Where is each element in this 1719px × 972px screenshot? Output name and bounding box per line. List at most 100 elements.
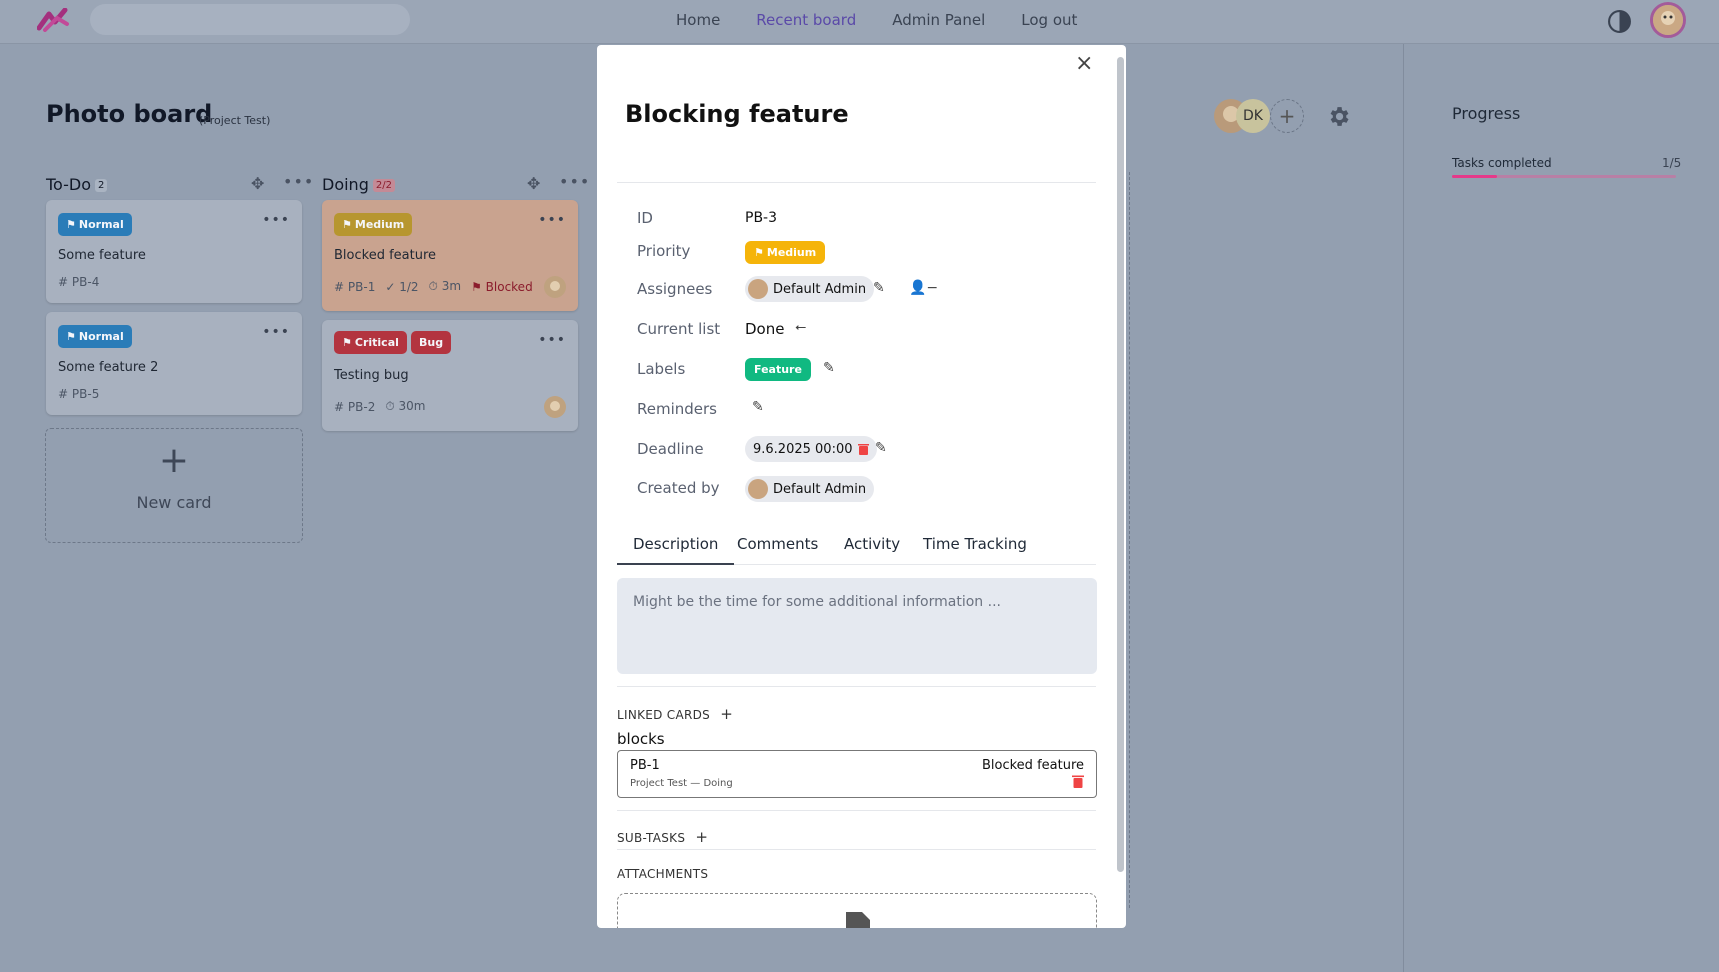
flag-icon: ⚑ xyxy=(66,330,76,343)
tasks-completed-label: Tasks completed xyxy=(1452,156,1552,170)
labels-label: Labels xyxy=(637,360,686,378)
check-icon: ✓ xyxy=(385,279,396,294)
priority-badge[interactable]: ⚑ Medium xyxy=(745,241,826,264)
divider xyxy=(617,849,1096,850)
tab-time-tracking[interactable]: Time Tracking xyxy=(923,535,1027,553)
close-icon[interactable]: × xyxy=(1075,51,1093,76)
assignee-avatar xyxy=(544,276,566,298)
linked-cards-heading: LINKED CARDS + xyxy=(617,705,734,723)
column-menu-icon[interactable]: ••• xyxy=(559,172,590,191)
priority-badge: ⚑ Normal xyxy=(58,213,132,236)
card-meta: # PB-2 ⏱ 30m xyxy=(334,399,426,414)
column-menu-icon[interactable]: ••• xyxy=(283,172,314,191)
column-header-doing: Doing 2/2 xyxy=(322,175,395,194)
new-card-label: New card xyxy=(136,493,212,512)
nav-link-recent-board[interactable]: Recent board xyxy=(756,11,856,29)
nav-link-log-out[interactable]: Log out xyxy=(1021,11,1077,29)
deadline-label: Deadline xyxy=(637,440,704,458)
card-menu-icon[interactable]: ••• xyxy=(262,324,290,340)
progress-title: Progress xyxy=(1452,104,1521,123)
deadline-chip: 9.6.2025 00:00 xyxy=(745,436,877,462)
card-meta: # PB-5 xyxy=(58,387,100,401)
column-title: To-Do xyxy=(46,175,92,194)
nav-link-home[interactable]: Home xyxy=(676,11,720,29)
column-header-todo: To-Do 2 xyxy=(46,175,108,194)
move-column-icon[interactable]: ✥ xyxy=(251,174,264,193)
attachments-heading: ATTACHMENTS xyxy=(617,867,709,881)
card-pb-5[interactable]: ⚑ Normal ••• Some feature 2 # PB-5 xyxy=(46,312,302,415)
progress-sidebar: Progress Tasks completed 1/5 xyxy=(1403,44,1719,972)
tab-comments[interactable]: Comments xyxy=(737,535,818,553)
assignees-label: Assignees xyxy=(637,280,713,298)
file-upload-icon xyxy=(846,912,870,928)
hash-icon: # xyxy=(58,275,69,289)
edit-pencil-icon[interactable]: ✎ xyxy=(752,399,764,415)
search-input[interactable] xyxy=(90,4,410,35)
id-label: ID xyxy=(637,209,653,227)
assignee-avatar xyxy=(544,396,566,418)
card-title-heading[interactable]: Blocking feature xyxy=(625,100,849,128)
card-title: Some feature 2 xyxy=(58,360,159,375)
tab-activity[interactable]: Activity xyxy=(844,535,900,553)
tasks-completed-value: 1/5 xyxy=(1662,156,1682,170)
linked-card-path: Project Test — Doing xyxy=(630,778,733,789)
app-logo-icon[interactable] xyxy=(37,8,71,32)
priority-badge: ⚑ Medium xyxy=(334,213,413,236)
board-settings-gear-icon[interactable] xyxy=(1326,104,1351,129)
card-title: Testing bug xyxy=(334,368,409,383)
created-by-label: Created by xyxy=(637,479,720,497)
edit-pencil-icon[interactable]: ✎ xyxy=(823,360,835,376)
edit-pencil-icon[interactable]: ✎ xyxy=(875,440,887,456)
reminders-label: Reminders xyxy=(637,400,717,418)
add-linked-card-icon[interactable]: + xyxy=(720,705,733,723)
edit-pencil-icon[interactable]: ✎ xyxy=(873,280,885,296)
theme-toggle-icon[interactable] xyxy=(1607,9,1632,34)
detail-tabs: Description Comments Activity Time Track… xyxy=(617,535,1096,565)
card-menu-icon[interactable]: ••• xyxy=(262,212,290,228)
remove-user-icon[interactable]: 👤− xyxy=(909,280,938,296)
card-menu-icon[interactable]: ••• xyxy=(538,332,566,348)
label-badge-bug: Bug xyxy=(411,331,452,354)
column-count-badge: 2/2 xyxy=(372,179,395,192)
flag-icon: ⚑ xyxy=(471,279,482,294)
add-member-button[interactable]: + xyxy=(1270,99,1304,133)
card-pb-1[interactable]: ⚑ Medium ••• Blocked feature # PB-1 ✓ 1/2… xyxy=(322,200,578,311)
current-list-value: Done xyxy=(745,320,785,338)
tab-description[interactable]: Description xyxy=(617,535,735,565)
stopwatch-icon: ⏱ xyxy=(385,399,395,413)
user-avatar[interactable] xyxy=(1650,2,1686,38)
nav-link-admin-panel[interactable]: Admin Panel xyxy=(892,11,985,29)
card-title: Blocked feature xyxy=(334,248,437,263)
card-menu-icon[interactable]: ••• xyxy=(538,212,566,228)
linked-card-id: PB-1 xyxy=(630,758,660,773)
member-avatar-dk[interactable]: DK xyxy=(1236,99,1270,133)
move-back-arrow-icon[interactable]: ⭠ xyxy=(795,319,806,335)
add-subtask-icon[interactable]: + xyxy=(695,828,708,846)
linked-card-item[interactable]: PB-1 Project Test — Doing Blocked featur… xyxy=(617,750,1097,798)
trash-icon[interactable] xyxy=(1072,774,1084,788)
card-meta: # PB-1 ✓ 1/2 ⏱ 3m ⚑ Blocked xyxy=(334,279,533,294)
flag-icon: ⚑ xyxy=(342,218,352,231)
description-input[interactable]: Might be the time for some additional in… xyxy=(617,578,1097,674)
card-detail-modal: × Blocking feature ID PB-3 Priority ⚑ Med… xyxy=(597,45,1126,928)
trash-icon[interactable] xyxy=(857,443,869,455)
column-count-badge: 2 xyxy=(95,179,108,192)
id-value: PB-3 xyxy=(745,210,778,226)
deadline-value: 9.6.2025 00:00 xyxy=(753,441,853,457)
priority-badge: ⚑ Normal xyxy=(58,325,132,348)
stopwatch-icon: ⏱ xyxy=(428,279,438,293)
priority-label: Priority xyxy=(637,242,691,260)
board-title: Photo board xyxy=(46,100,213,128)
card-pb-4[interactable]: ⚑ Normal ••• Some feature # PB-4 xyxy=(46,200,302,303)
subtasks-heading: SUB-TASKS + xyxy=(617,828,709,846)
attachment-dropzone[interactable] xyxy=(617,893,1097,928)
divider xyxy=(617,810,1096,811)
move-column-icon[interactable]: ✥ xyxy=(527,174,540,193)
flag-icon: ⚑ xyxy=(342,336,352,349)
modal-scrollbar[interactable] xyxy=(1117,57,1124,872)
column-title: Doing xyxy=(322,175,369,194)
hash-icon: # xyxy=(334,279,345,294)
card-pb-2[interactable]: ⚑ Critical Bug ••• Testing bug # PB-2 ⏱ 3… xyxy=(322,320,578,431)
new-card-button[interactable]: + New card xyxy=(45,428,303,543)
link-relation-label: blocks xyxy=(617,730,665,748)
